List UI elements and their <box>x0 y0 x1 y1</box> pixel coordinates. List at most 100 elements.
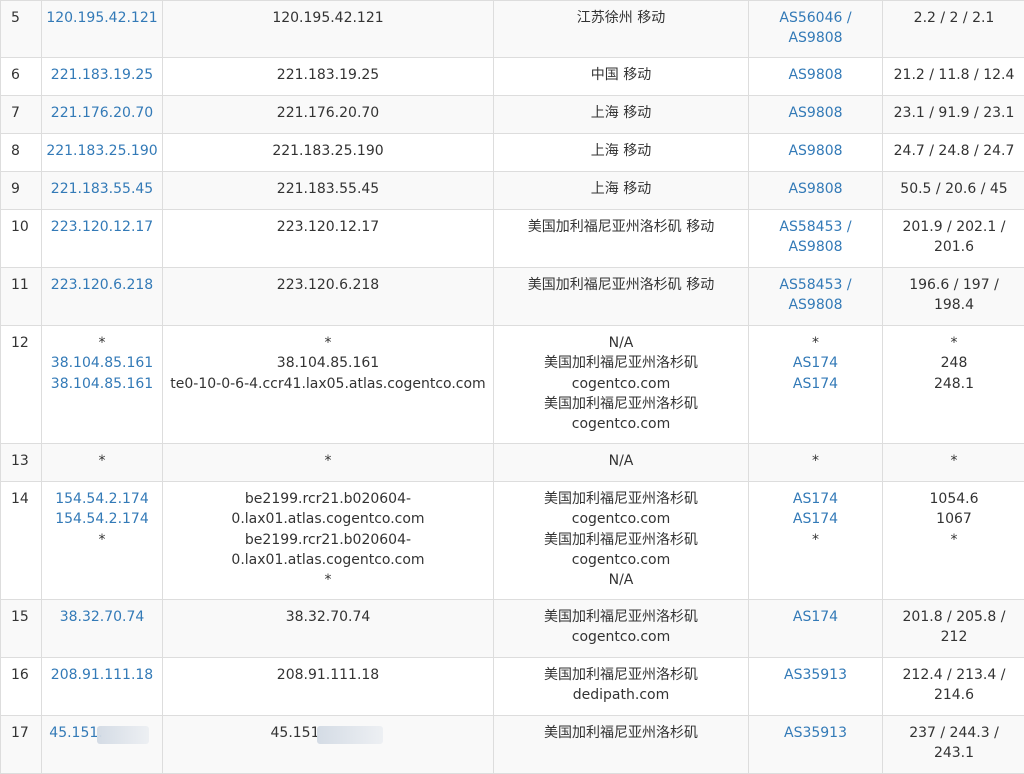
ip-cell: 221.183.25.190 <box>42 134 163 172</box>
host-cell: 221.176.20.70 <box>163 96 494 134</box>
ip-cell: 223.120.6.218 <box>42 268 163 326</box>
geo-location: N/A <box>494 570 748 590</box>
as-link[interactable]: AS9808 <box>749 237 882 257</box>
host-cell: *38.104.85.161te0-10-0-6-4.ccr41.lax05.a… <box>163 326 494 444</box>
hop-number: 10 <box>11 219 29 235</box>
as-timeout: * <box>749 333 882 353</box>
ip-link[interactable]: 154.54.2.174 <box>42 509 162 529</box>
hostname: 0.lax01.atlas.cogentco.com <box>163 509 493 529</box>
ip-link[interactable]: 223.120.6.218 <box>42 275 162 295</box>
rtt-values: * <box>883 333 1024 353</box>
as-link[interactable]: AS58453 / <box>749 275 882 295</box>
as-link[interactable]: AS35913 <box>749 723 882 743</box>
rtt-values: 23.1 / 91.9 / 23.1 <box>883 103 1024 123</box>
as-link[interactable]: AS9808 <box>749 179 882 199</box>
as-link[interactable]: AS174 <box>749 489 882 509</box>
ip-timeout: * <box>42 451 162 471</box>
rtt-values: 1067 <box>883 509 1024 529</box>
geo-domain: cogentco.com <box>494 414 748 434</box>
table-row-hop-16: 16 208.91.111.18 208.91.111.18 美国加利福尼亚州洛… <box>1 658 1024 716</box>
geo-location: 美国加利福尼亚州洛杉矶 <box>494 607 748 627</box>
hostname: 38.104.85.161 <box>163 353 493 373</box>
ip-link[interactable]: 38.104.85.161 <box>42 353 162 373</box>
as-link[interactable]: AS9808 <box>749 295 882 315</box>
as-link[interactable]: AS174 <box>749 509 882 529</box>
traceroute-table: 5 120.195.42.121 120.195.42.121 江苏徐州 移动 … <box>0 0 1024 774</box>
as-link[interactable]: AS56046 / <box>749 8 882 28</box>
as-link[interactable]: AS174 <box>749 353 882 373</box>
as-link[interactable]: AS9808 <box>749 103 882 123</box>
ip-link[interactable]: 120.195.42.121 <box>42 8 162 28</box>
ip-cell: 221.176.20.70 <box>42 96 163 134</box>
geo-cell: 美国加利福尼亚州洛杉矶cogentco.com美国加利福尼亚州洛杉矶cogent… <box>494 482 749 600</box>
as-link[interactable]: AS9808 <box>749 65 882 85</box>
hop-number: 17 <box>11 725 29 741</box>
geo-location: 美国加利福尼亚州洛杉矶 <box>494 665 748 685</box>
as-cell: AS9808 <box>749 134 883 172</box>
hostname: 221.176.20.70 <box>163 103 493 123</box>
ip-link[interactable]: 223.120.12.17 <box>42 217 162 237</box>
ip-cell: 223.120.12.17 <box>42 210 163 268</box>
rtt-values: 201.9 / 202.1 / <box>883 217 1024 237</box>
geo-location: 上海 移动 <box>494 179 748 199</box>
geo-cell: 江苏徐州 移动 <box>494 1 749 58</box>
hop-number: 16 <box>11 667 29 683</box>
redaction-blur <box>317 726 383 744</box>
ip-link[interactable]: 221.183.19.25 <box>42 65 162 85</box>
table-row-hop-12: 12 *38.104.85.16138.104.85.161 *38.104.8… <box>1 326 1024 444</box>
geo-domain: cogentco.com <box>494 627 748 647</box>
ip-link[interactable]: 208.91.111.18 <box>42 665 162 685</box>
as-cell: AS9808 <box>749 96 883 134</box>
as-link[interactable]: AS9808 <box>749 141 882 161</box>
hop-number: 13 <box>11 453 29 469</box>
geo-domain: cogentco.com <box>494 509 748 529</box>
as-link[interactable]: AS35913 <box>749 665 882 685</box>
rtt-values: 214.6 <box>883 685 1024 705</box>
as-link[interactable]: AS174 <box>749 374 882 394</box>
table-row-hop-7: 7 221.176.20.70 221.176.20.70 上海 移动 AS98… <box>1 96 1024 134</box>
geo-domain: cogentco.com <box>494 550 748 570</box>
as-cell: AS58453 /AS9808 <box>749 210 883 268</box>
hop-cell: 5 <box>1 1 42 58</box>
rtt-values: 196.6 / 197 / <box>883 275 1024 295</box>
ip-cell: 221.183.55.45 <box>42 172 163 210</box>
ip-link[interactable]: 221.183.55.45 <box>42 179 162 199</box>
geo-cell: 美国加利福尼亚州洛杉矶dedipath.com <box>494 658 749 716</box>
geo-cell: 上海 移动 <box>494 96 749 134</box>
as-link[interactable]: AS174 <box>749 607 882 627</box>
rtt-values: 2.2 / 2 / 2.1 <box>883 8 1024 28</box>
hop-cell: 13 <box>1 444 42 482</box>
rtt-values: * <box>883 530 1024 550</box>
ip-link[interactable]: 45.151. <box>49 725 102 741</box>
as-link[interactable]: AS58453 / <box>749 217 882 237</box>
ip-link[interactable]: 38.32.70.74 <box>42 607 162 627</box>
ip-cell: 120.195.42.121 <box>42 1 163 58</box>
rtt-values: 243.1 <box>883 743 1024 763</box>
hostname: 221.183.55.45 <box>163 179 493 199</box>
ip-link[interactable]: 221.183.25.190 <box>42 141 162 161</box>
geo-cell: 上海 移动 <box>494 172 749 210</box>
host-cell: * <box>163 444 494 482</box>
ip-link[interactable]: 154.54.2.174 <box>42 489 162 509</box>
ip-link[interactable]: 38.104.85.161 <box>42 374 162 394</box>
hostname: 38.32.70.74 <box>163 607 493 627</box>
as-link[interactable]: AS9808 <box>749 28 882 48</box>
hop-cell: 7 <box>1 96 42 134</box>
hostname: te0-10-0-6-4.ccr41.lax05.atlas.cogentco.… <box>163 374 493 394</box>
rtt-cell: 201.9 / 202.1 /201.6 <box>883 210 1024 268</box>
hop-number: 12 <box>11 335 29 351</box>
hop-cell: 16 <box>1 658 42 716</box>
hop-cell: 8 <box>1 134 42 172</box>
geo-cell: 中国 移动 <box>494 58 749 96</box>
geo-location: 美国加利福尼亚州洛杉矶 <box>494 530 748 550</box>
geo-cell: 美国加利福尼亚州洛杉矶cogentco.com <box>494 600 749 658</box>
ip-link[interactable]: 221.176.20.70 <box>42 103 162 123</box>
as-timeout: * <box>749 451 882 471</box>
as-cell: *AS174AS174 <box>749 326 883 444</box>
hop-cell: 14 <box>1 482 42 600</box>
hostname: 0.lax01.atlas.cogentco.com <box>163 550 493 570</box>
table-row-hop-5: 5 120.195.42.121 120.195.42.121 江苏徐州 移动 … <box>1 1 1024 58</box>
as-cell: AS9808 <box>749 58 883 96</box>
hop-number: 7 <box>11 105 20 121</box>
as-cell: AS174AS174* <box>749 482 883 600</box>
